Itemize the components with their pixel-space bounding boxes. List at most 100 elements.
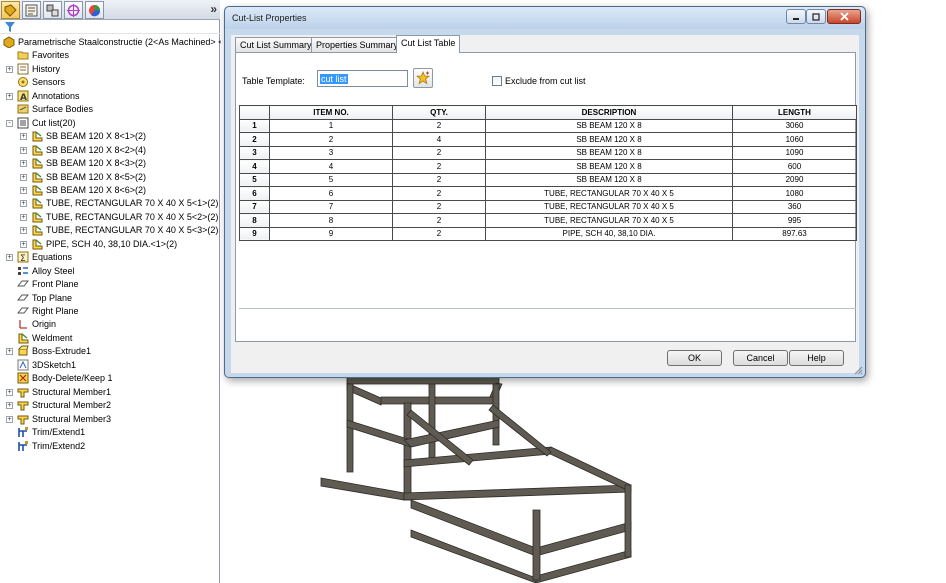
item-no-cell[interactable]: 6	[269, 186, 393, 201]
tree-item[interactable]: + A Annotations	[0, 90, 220, 103]
tree-item[interactable]: Parametrische Staalconstructie (2<As Mac…	[0, 36, 223, 49]
description-cell[interactable]: TUBE, RECTANGULAR 70 X 40 X 5	[485, 199, 733, 214]
browse-template-button[interactable]	[413, 68, 433, 88]
expand-toggle-icon[interactable]: +	[20, 133, 27, 141]
tree-item[interactable]: Sensors	[0, 76, 220, 89]
length-cell[interactable]: 1080	[732, 186, 857, 201]
qty-cell[interactable]: 2	[392, 159, 486, 174]
tree-item[interactable]: + TUBE, RECTANGULAR 70 X 40 X 5<1>(2)	[0, 197, 220, 210]
qty-cell[interactable]: 2	[392, 118, 486, 133]
tree-item[interactable]: + Structural Member3	[0, 413, 220, 426]
expand-toggle-icon[interactable]: +	[20, 146, 27, 154]
qty-cell[interactable]: 2	[392, 172, 486, 187]
tree-item[interactable]: Surface Bodies	[0, 103, 220, 116]
tree-item[interactable]: + TUBE, RECTANGULAR 70 X 40 X 5<2>(2)	[0, 211, 220, 224]
more-tabs-chevron[interactable]: »	[210, 2, 217, 16]
tree-item[interactable]: Trim/Extend1	[0, 426, 220, 439]
qty-cell[interactable]: 2	[392, 145, 486, 160]
table-row[interactable]: 9 9 2 PIPE, SCH 40, 38,10 DIA. 897.63	[239, 226, 857, 241]
cancel-button[interactable]: Cancel	[733, 350, 788, 366]
table-row[interactable]: 8 8 2 TUBE, RECTANGULAR 70 X 40 X 5 995	[239, 213, 857, 228]
tree-item[interactable]: Weldment	[0, 332, 220, 345]
item-no-cell[interactable]: 7	[269, 199, 393, 214]
close-button[interactable]	[827, 9, 861, 24]
qty-cell[interactable]: 2	[392, 186, 486, 201]
tree-item[interactable]: 3DSketch1	[0, 359, 220, 372]
tree-item[interactable]: Body-Delete/Keep 1	[0, 372, 220, 385]
table-row[interactable]: 3 3 2 SB BEAM 120 X 8 1090	[239, 145, 857, 160]
tree-item[interactable]: + TUBE, RECTANGULAR 70 X 40 X 5<3>(2)	[0, 224, 220, 237]
description-cell[interactable]: SB BEAM 120 X 8	[485, 172, 733, 187]
expand-toggle-icon[interactable]: +	[6, 402, 13, 410]
length-cell[interactable]: 360	[732, 199, 857, 214]
tree-item[interactable]: + Σ Equations	[0, 251, 220, 264]
ok-button[interactable]: OK	[667, 350, 722, 366]
table-row[interactable]: 1 1 2 SB BEAM 120 X 8 3060	[239, 118, 857, 133]
row-header-cell[interactable]: 5	[239, 172, 270, 187]
exclude-from-cut-list-checkbox[interactable]	[492, 76, 502, 86]
row-header-cell[interactable]: 2	[239, 132, 270, 147]
expand-toggle-icon[interactable]: +	[6, 65, 13, 73]
tree-item[interactable]: Top Plane	[0, 292, 220, 305]
tree-item[interactable]: + SB BEAM 120 X 8<5>(2)	[0, 171, 220, 184]
maximize-button[interactable]	[806, 9, 826, 24]
help-button[interactable]: Help	[789, 350, 844, 366]
property-manager-icon[interactable]	[22, 1, 41, 19]
row-header-cell[interactable]: 9	[239, 226, 270, 241]
tree-item[interactable]: + SB BEAM 120 X 8<1>(2)	[0, 130, 220, 143]
table-row[interactable]: 7 7 2 TUBE, RECTANGULAR 70 X 40 X 5 360	[239, 199, 857, 214]
column-header-description[interactable]: DESCRIPTION	[485, 105, 733, 120]
expand-toggle-icon[interactable]: +	[20, 240, 27, 248]
item-no-cell[interactable]: 4	[269, 159, 393, 174]
minimize-button[interactable]	[786, 9, 806, 24]
length-cell[interactable]: 1090	[732, 145, 857, 160]
display-manager-icon[interactable]	[85, 1, 104, 19]
table-row[interactable]: 6 6 2 TUBE, RECTANGULAR 70 X 40 X 5 1080	[239, 186, 857, 201]
row-header-cell[interactable]: 8	[239, 213, 270, 228]
column-header-length[interactable]: LENGTH	[732, 105, 857, 120]
item-no-cell[interactable]: 1	[269, 118, 393, 133]
row-header-cell[interactable]: 4	[239, 159, 270, 174]
table-template-input[interactable]: cut list	[317, 70, 408, 87]
column-header-item-no[interactable]: ITEM NO.	[269, 105, 393, 120]
row-header-cell[interactable]: 7	[239, 199, 270, 214]
table-row[interactable]: 5 5 2 SB BEAM 120 X 8 2090	[239, 172, 857, 187]
item-no-cell[interactable]: 9	[269, 226, 393, 241]
tree-item[interactable]: - Cut list(20)	[0, 117, 220, 130]
expand-toggle-icon[interactable]: +	[20, 213, 27, 221]
featuremanager-tree-icon[interactable]	[1, 1, 20, 19]
collapse-toggle-icon[interactable]: -	[6, 119, 13, 127]
tree-item[interactable]: Favorites	[0, 49, 220, 62]
table-row[interactable]: 4 4 2 SB BEAM 120 X 8 600	[239, 159, 857, 174]
length-cell[interactable]: 2090	[732, 172, 857, 187]
qty-cell[interactable]: 2	[392, 226, 486, 241]
tree-item[interactable]: Origin	[0, 318, 220, 331]
tree-item[interactable]: + Structural Member2	[0, 399, 220, 412]
expand-toggle-icon[interactable]: +	[20, 160, 27, 168]
expand-toggle-icon[interactable]: +	[6, 388, 13, 396]
tab-cut-list-summary[interactable]: Cut List Summary	[235, 37, 317, 52]
resize-grip-icon[interactable]	[853, 365, 863, 375]
tree-item[interactable]: + SB BEAM 120 X 8<6>(2)	[0, 184, 220, 197]
description-cell[interactable]: SB BEAM 120 X 8	[485, 145, 733, 160]
row-header-cell[interactable]: 1	[239, 118, 270, 133]
tree-item[interactable]: Trim/Extend2	[0, 440, 220, 453]
expand-toggle-icon[interactable]: +	[6, 254, 13, 262]
tree-item[interactable]: Alloy Steel	[0, 265, 220, 278]
tree-item[interactable]: + Boss-Extrude1	[0, 345, 220, 358]
item-no-cell[interactable]: 2	[269, 132, 393, 147]
table-row[interactable]: 2 2 4 SB BEAM 120 X 8 1060	[239, 132, 857, 147]
item-no-cell[interactable]: 3	[269, 145, 393, 160]
length-cell[interactable]: 600	[732, 159, 857, 174]
length-cell[interactable]: 995	[732, 213, 857, 228]
item-no-cell[interactable]: 5	[269, 172, 393, 187]
tree-item[interactable]: Right Plane	[0, 305, 220, 318]
description-cell[interactable]: TUBE, RECTANGULAR 70 X 40 X 5	[485, 213, 733, 228]
item-no-cell[interactable]: 8	[269, 213, 393, 228]
tab-cut-list-table[interactable]: Cut List Table	[396, 35, 461, 53]
tree-item[interactable]: + SB BEAM 120 X 8<3>(2)	[0, 157, 220, 170]
length-cell[interactable]: 1060	[732, 132, 857, 147]
description-cell[interactable]: SB BEAM 120 X 8	[485, 118, 733, 133]
qty-cell[interactable]: 2	[392, 213, 486, 228]
expand-toggle-icon[interactable]: +	[6, 92, 13, 100]
